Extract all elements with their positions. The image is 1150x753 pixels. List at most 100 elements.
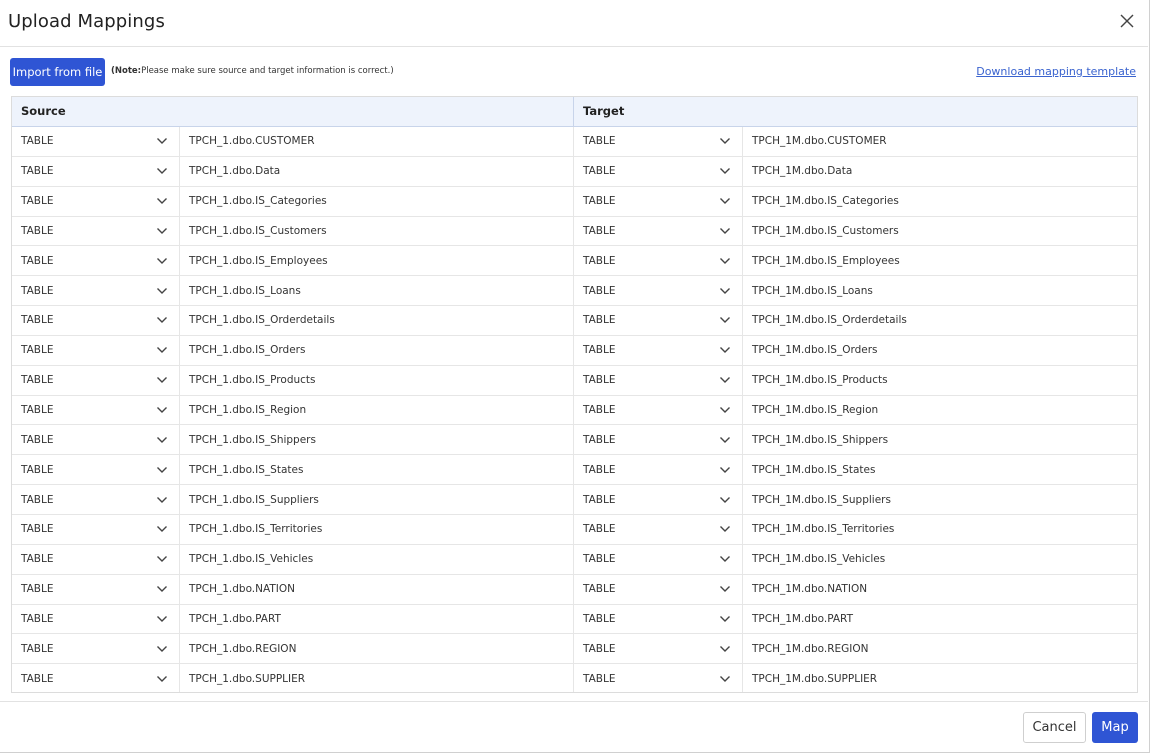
table-row: TABLE TPCH_1.dbo.IS_Products TABLE TPCH_1M.… — [12, 365, 1137, 396]
source-type-select[interactable]: TABLE — [12, 186, 180, 216]
source-type-value: TABLE — [21, 673, 54, 686]
chevron-down-icon — [720, 556, 730, 563]
target-name-value: TPCH_1M.dbo.IS_Shippers — [752, 433, 889, 446]
target-type-select[interactable]: TABLE — [574, 276, 743, 306]
target-type-select[interactable]: TABLE — [574, 246, 743, 276]
source-type-select[interactable]: TABLE — [12, 514, 180, 544]
target-type-value: TABLE — [583, 314, 616, 327]
source-type-value: TABLE — [21, 433, 54, 446]
chevron-down-icon — [157, 615, 167, 622]
source-type-select[interactable]: TABLE — [12, 425, 180, 455]
source-name-value: TPCH_1.dbo.IS_Loans — [189, 284, 301, 297]
target-type-select[interactable]: TABLE — [574, 544, 743, 574]
source-type-select[interactable]: TABLE — [12, 544, 180, 574]
target-type-select[interactable]: TABLE — [574, 156, 743, 186]
cancel-button[interactable]: Cancel — [1023, 712, 1086, 743]
source-name-cell: TPCH_1.dbo.IS_Shippers — [180, 425, 574, 455]
close-icon — [1120, 14, 1134, 28]
target-type-select[interactable]: TABLE — [574, 186, 743, 216]
source-type-select[interactable]: TABLE — [12, 664, 180, 692]
source-name-value: TPCH_1.dbo.SUPPLIER — [189, 673, 306, 686]
target-type-value: TABLE — [583, 493, 616, 506]
chevron-down-icon — [720, 227, 730, 234]
source-type-select[interactable]: TABLE — [12, 127, 180, 156]
source-type-value: TABLE — [21, 314, 54, 327]
note-body: Please make sure source and target infor… — [141, 66, 394, 76]
source-name-cell: TPCH_1.dbo.IS_Categories — [180, 186, 574, 216]
chevron-down-icon — [720, 407, 730, 414]
table-row: TABLE TPCH_1.dbo.IS_Territories TABLE TPCH_… — [12, 514, 1137, 545]
source-type-value: TABLE — [21, 553, 54, 566]
chevron-down-icon — [720, 347, 730, 354]
target-type-select[interactable]: TABLE — [574, 335, 743, 365]
target-type-select[interactable]: TABLE — [574, 514, 743, 544]
source-type-select[interactable]: TABLE — [12, 335, 180, 365]
table-row: TABLE TPCH_1.dbo.IS_Shippers TABLE TPCH_1M.… — [12, 425, 1137, 456]
chevron-down-icon — [720, 287, 730, 294]
source-type-value: TABLE — [21, 135, 54, 148]
target-type-select[interactable]: TABLE — [574, 216, 743, 246]
target-type-select[interactable]: TABLE — [574, 574, 743, 604]
close-button[interactable] — [1117, 11, 1137, 31]
source-name-value: TPCH_1.dbo.IS_Shippers — [189, 433, 316, 446]
chevron-down-icon — [720, 317, 730, 324]
source-type-select[interactable]: TABLE — [12, 216, 180, 246]
target-type-select[interactable]: TABLE — [574, 455, 743, 485]
chevron-down-icon — [157, 317, 167, 324]
target-type-select[interactable]: TABLE — [574, 395, 743, 425]
target-type-select[interactable]: TABLE — [574, 604, 743, 634]
target-type-value: TABLE — [583, 165, 616, 178]
source-name-value: TPCH_1.dbo.IS_Orderdetails — [189, 314, 335, 327]
chevron-down-icon — [157, 257, 167, 264]
source-name-cell: TPCH_1.dbo.IS_States — [180, 455, 574, 485]
source-name-cell: TPCH_1.dbo.IS_Orders — [180, 335, 574, 365]
mapping-grid: Source Target TABLE TPCH_1.dbo.CUSTOMER TA… — [11, 96, 1138, 693]
source-type-select[interactable]: TABLE — [12, 306, 180, 335]
target-type-select[interactable]: TABLE — [574, 365, 743, 395]
table-row: TABLE TPCH_1.dbo.IS_Customers TABLE TPCH_1M… — [12, 216, 1137, 247]
chevron-down-icon — [157, 168, 167, 175]
source-type-select[interactable]: TABLE — [12, 455, 180, 485]
source-name-cell: TPCH_1.dbo.Data — [180, 156, 574, 186]
table-row: TABLE TPCH_1.dbo.IS_Orders TABLE TPCH_1M.db… — [12, 335, 1137, 366]
source-name-cell: TPCH_1.dbo.IS_Territories — [180, 514, 574, 544]
table-row: TABLE TPCH_1.dbo.IS_Suppliers TABLE TPCH_1M… — [12, 485, 1137, 515]
table-row: TABLE TPCH_1.dbo.SUPPLIER TABLE TPCH_1M.dbo… — [12, 664, 1137, 692]
map-button[interactable]: Map — [1092, 712, 1138, 743]
chevron-down-icon — [157, 466, 167, 473]
source-type-select[interactable]: TABLE — [12, 634, 180, 664]
target-type-select[interactable]: TABLE — [574, 425, 743, 455]
source-name-value: TPCH_1.dbo.IS_Employees — [189, 254, 328, 267]
table-row: TABLE TPCH_1.dbo.IS_Orderdetails TABLE TPCH… — [12, 306, 1137, 336]
source-type-select[interactable]: TABLE — [12, 365, 180, 395]
source-type-select[interactable]: TABLE — [12, 156, 180, 186]
download-mapping-template-link[interactable]: Download mapping template — [976, 65, 1136, 78]
source-type-select[interactable]: TABLE — [12, 604, 180, 634]
chevron-down-icon — [157, 227, 167, 234]
target-name-cell: TPCH_1M.dbo.IS_Shippers — [743, 425, 1137, 454]
chevron-down-icon — [720, 615, 730, 622]
grid-header: Source Target — [12, 97, 1137, 127]
source-name-cell: TPCH_1.dbo.IS_Vehicles — [180, 544, 574, 574]
target-name-value: TPCH_1M.dbo.IS_Suppliers — [752, 493, 891, 506]
target-type-value: TABLE — [583, 374, 616, 387]
target-type-select[interactable]: TABLE — [574, 485, 743, 514]
target-type-select[interactable]: TABLE — [574, 127, 743, 156]
source-type-select[interactable]: TABLE — [12, 485, 180, 514]
note-prefix: (Note: — [111, 66, 142, 76]
import-from-file-button[interactable]: Import from file — [10, 58, 105, 86]
source-type-value: TABLE — [21, 612, 54, 625]
target-type-select[interactable]: TABLE — [574, 664, 743, 692]
target-name-cell: TPCH_1M.dbo.Data — [743, 157, 1137, 186]
target-name-cell: TPCH_1M.dbo.IS_Customers — [743, 217, 1137, 246]
source-type-select[interactable]: TABLE — [12, 574, 180, 604]
target-type-select[interactable]: TABLE — [574, 634, 743, 664]
target-type-select[interactable]: TABLE — [574, 306, 743, 335]
chevron-down-icon — [157, 407, 167, 414]
source-type-select[interactable]: TABLE — [12, 276, 180, 306]
source-type-select[interactable]: TABLE — [12, 246, 180, 276]
target-type-value: TABLE — [583, 195, 616, 208]
target-name-cell: TPCH_1M.dbo.SUPPLIER — [743, 664, 1137, 692]
target-name-value: TPCH_1M.dbo.IS_Orderdetails — [752, 314, 907, 327]
source-type-select[interactable]: TABLE — [12, 395, 180, 425]
